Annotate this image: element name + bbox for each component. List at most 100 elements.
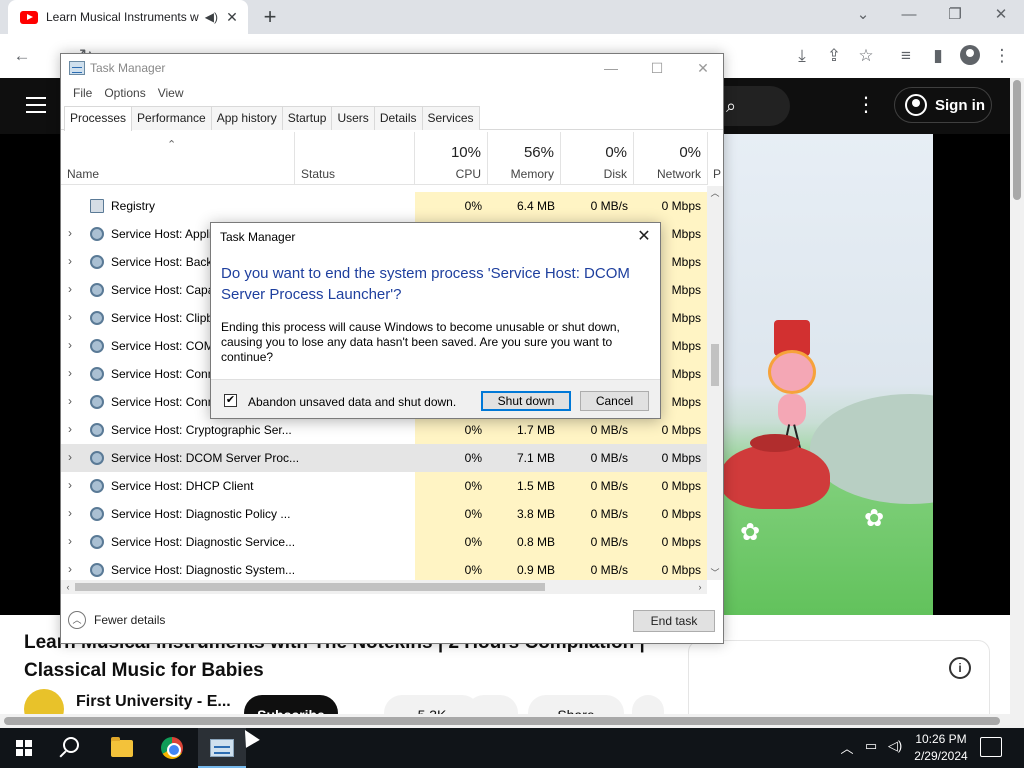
- end-task-button[interactable]: End task: [633, 610, 715, 632]
- new-tab-button[interactable]: +: [258, 4, 282, 30]
- account-circle-icon: [905, 94, 927, 116]
- profile-avatar-icon[interactable]: [960, 45, 980, 65]
- shut-down-button[interactable]: Shut down: [481, 391, 571, 411]
- tab-app-history[interactable]: App history: [210, 106, 283, 130]
- show-hidden-icons-chevron-icon[interactable]: ︿: [838, 738, 856, 757]
- scroll-down-arrow-icon[interactable]: ﹀: [707, 566, 723, 580]
- table-row[interactable]: › Service Host: Diagnostic Service... 0% 0.…: [61, 528, 707, 556]
- table-row[interactable]: › Service Host: Diagnostic System... 0% 0.9…: [61, 556, 707, 580]
- process-list-hscroll-thumb[interactable]: [75, 583, 545, 591]
- column-header-status[interactable]: Status: [295, 132, 415, 185]
- install-app-icon[interactable]: ⤓: [790, 44, 814, 68]
- taskmgr-minimize-button[interactable]: —: [588, 54, 634, 82]
- channel-name[interactable]: First University - E...: [76, 693, 231, 711]
- page-vertical-scrollbar[interactable]: [1010, 78, 1024, 728]
- process-cpu-cell: 0%: [415, 416, 488, 444]
- table-row[interactable]: › Service Host: Diagnostic Policy ... 0% 3.…: [61, 500, 707, 528]
- taskbar-search-button[interactable]: [48, 728, 96, 768]
- notification-center-icon[interactable]: [980, 737, 1002, 757]
- page-vertical-scroll-thumb[interactable]: [1013, 80, 1021, 200]
- taskbar-file-explorer[interactable]: [98, 728, 146, 768]
- taskmgr-maximize-button[interactable]: ☐: [634, 54, 680, 82]
- table-row[interactable]: Registry 0% 6.4 MB 0 MB/s 0 Mbps: [61, 192, 707, 220]
- expand-chevron-icon[interactable]: ›: [68, 366, 72, 380]
- sign-in-button[interactable]: Sign in: [894, 87, 992, 123]
- task-manager-titlebar[interactable]: Task Manager — ☐ ✕: [61, 54, 723, 82]
- expand-chevron-icon[interactable]: ›: [68, 338, 72, 352]
- menu-view[interactable]: View: [152, 82, 190, 104]
- browser-menu-kebab-icon[interactable]: ⋮: [990, 44, 1014, 68]
- tab-performance[interactable]: Performance: [131, 106, 212, 130]
- expand-chevron-icon[interactable]: ›: [68, 422, 72, 436]
- process-list-vertical-scrollbar[interactable]: ︿ ﹀: [707, 186, 723, 580]
- column-header-name[interactable]: Name: [61, 132, 295, 185]
- hamburger-menu-icon[interactable]: [26, 97, 46, 113]
- scroll-right-arrow-icon[interactable]: ›: [693, 580, 707, 594]
- chevron-up-circle-icon[interactable]: ︿: [68, 611, 86, 629]
- column-header-power[interactable]: P: [708, 132, 721, 185]
- column-name-label: Name: [67, 167, 100, 181]
- back-arrow-icon[interactable]: ←: [10, 44, 34, 68]
- speaker-icon[interactable]: ◀︎): [205, 10, 218, 24]
- network-icon[interactable]: ▭: [862, 738, 880, 754]
- tab-close-icon[interactable]: ✕: [224, 9, 240, 26]
- media-control-icon[interactable]: ≡: [894, 44, 918, 68]
- column-header-disk[interactable]: 0% Disk: [561, 132, 634, 185]
- tab-details[interactable]: Details: [373, 106, 423, 130]
- table-row[interactable]: › Service Host: DHCP Client 0% 1.5 MB 0 MB/s…: [61, 472, 707, 500]
- expand-chevron-icon[interactable]: ›: [68, 282, 72, 296]
- process-disk-cell: 0 MB/s: [561, 500, 634, 528]
- expand-chevron-icon[interactable]: ›: [68, 478, 72, 492]
- youtube-settings-kebab-icon[interactable]: ⋮: [856, 92, 876, 117]
- registry-icon: [90, 199, 104, 213]
- tab-users[interactable]: Users: [331, 106, 375, 130]
- browser-tab-youtube[interactable]: Learn Musical Instruments w ◀︎) ✕: [8, 0, 248, 34]
- abandon-data-checkbox[interactable]: ✔: [224, 394, 237, 407]
- tab-processes[interactable]: Processes: [64, 106, 133, 131]
- cancel-button[interactable]: Cancel: [580, 391, 649, 411]
- volume-icon[interactable]: ◁): [886, 738, 904, 754]
- start-button[interactable]: [0, 728, 48, 768]
- youtube-search-icon[interactable]: ⌕: [718, 86, 790, 126]
- expand-chevron-icon[interactable]: ›: [68, 562, 72, 576]
- browser-close-button[interactable]: ✕: [978, 0, 1024, 30]
- process-cpu-cell: 0%: [415, 500, 488, 528]
- expand-chevron-icon[interactable]: ›: [68, 506, 72, 520]
- expand-chevron-icon[interactable]: ›: [68, 450, 72, 464]
- browser-restore-button[interactable]: ❐: [932, 0, 978, 30]
- expand-chevron-icon[interactable]: ›: [68, 394, 72, 408]
- table-row[interactable]: › Service Host: Cryptographic Ser... 0% 1.7…: [61, 416, 707, 444]
- info-icon[interactable]: i: [949, 657, 971, 679]
- column-header-network[interactable]: 0% Network: [634, 132, 708, 185]
- column-header-memory[interactable]: 56% Memory: [488, 132, 561, 185]
- dialog-close-icon[interactable]: ✕: [633, 226, 655, 248]
- process-list-scroll-thumb[interactable]: [711, 344, 719, 386]
- expand-chevron-icon[interactable]: ›: [68, 310, 72, 324]
- fewer-details-link[interactable]: Fewer details: [94, 613, 165, 627]
- bookmark-star-icon[interactable]: ☆: [854, 44, 878, 68]
- side-panel-icon[interactable]: ▮: [926, 44, 950, 68]
- tab-services[interactable]: Services: [421, 106, 480, 130]
- share-page-icon[interactable]: ⇪: [822, 44, 846, 68]
- expand-chevron-icon[interactable]: ›: [68, 534, 72, 548]
- scroll-up-arrow-icon[interactable]: ︿: [707, 186, 723, 200]
- page-horizontal-scrollbar[interactable]: [0, 714, 1010, 728]
- column-header-cpu[interactable]: 10% CPU: [415, 132, 488, 185]
- expand-chevron-icon[interactable]: ›: [68, 226, 72, 240]
- browser-minimize-button[interactable]: —: [886, 0, 932, 30]
- system-clock[interactable]: 10:26 PM 2/29/2024: [906, 731, 976, 765]
- scroll-left-arrow-icon[interactable]: ‹: [61, 580, 75, 594]
- taskbar-chrome[interactable]: [148, 728, 196, 768]
- process-list-horizontal-scrollbar[interactable]: ‹ ›: [61, 580, 707, 594]
- expand-chevron-icon[interactable]: ›: [68, 254, 72, 268]
- menu-options[interactable]: Options: [98, 82, 151, 104]
- tab-search-chevron-icon[interactable]: ⌄: [840, 0, 886, 30]
- table-row[interactable]: › Service Host: DCOM Server Proc... 0% 7.1 …: [61, 444, 707, 472]
- tab-startup[interactable]: Startup: [281, 106, 333, 130]
- menu-file[interactable]: File: [67, 82, 98, 104]
- page-horizontal-scroll-thumb[interactable]: [4, 717, 1000, 725]
- taskmgr-close-button[interactable]: ✕: [680, 54, 726, 82]
- abandon-data-checkbox-label[interactable]: Abandon unsaved data and shut down.: [248, 395, 456, 409]
- gear-icon: [90, 283, 104, 297]
- gear-icon: [90, 535, 104, 549]
